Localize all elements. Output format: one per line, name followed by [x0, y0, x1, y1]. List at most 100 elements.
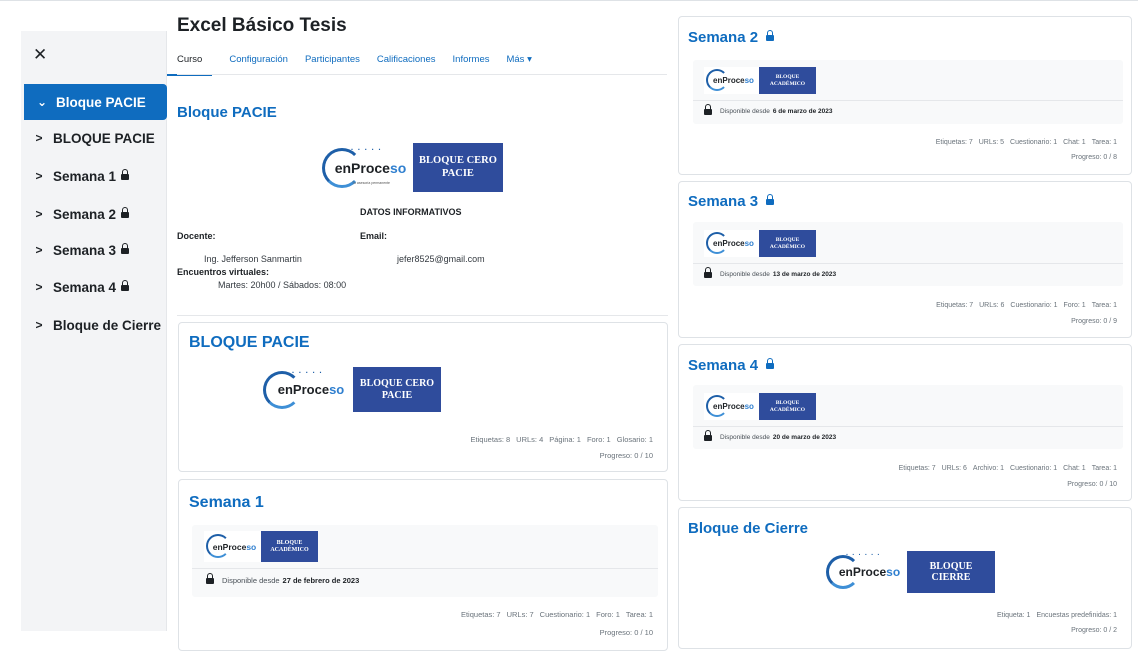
- section-title[interactable]: Semana 3: [688, 193, 775, 210]
- sidebar-item-label: Semana 3: [53, 242, 117, 258]
- logo-word-a: enProce: [713, 402, 745, 411]
- progress-text: Progreso: 0 / 8: [1071, 154, 1117, 161]
- restriction-divider: [693, 426, 1123, 427]
- enproceso-logo: · · · · · · enProceso: [824, 551, 907, 593]
- banner-line-1: BLOQUE: [929, 560, 973, 572]
- count-item: Tarea: 1: [1091, 302, 1117, 309]
- lock-icon: [766, 30, 775, 43]
- section-title[interactable]: Bloque de Cierre: [688, 520, 808, 537]
- banner-line-2: ACADÉMICO: [769, 406, 806, 413]
- section-card-bloque-de-cierre: Bloque de Cierre · · · · · · enProceso B…: [678, 507, 1132, 649]
- banner-label: BLOQUE ACADÉMICO: [759, 393, 816, 420]
- close-icon[interactable]: ✕: [33, 45, 47, 65]
- restriction-divider: [192, 568, 658, 569]
- sidebar-item-label: BLOQUE PACIE: [53, 130, 155, 146]
- enproceso-logo: enProceso: [704, 230, 759, 257]
- course-index-drawer: ✕ ⌄ Bloque PACIE > BLOQUE PACIE > Semana…: [21, 31, 167, 631]
- count-item: Etiqueta: 1: [996, 612, 1031, 619]
- sidebar-item-label: Semana 1: [53, 168, 117, 184]
- activity-counts: Etiquetas: 7 URLs: 6 Archivo: 1 Cuestionari…: [893, 465, 1117, 472]
- lock-icon: [121, 168, 130, 182]
- email-label: Email:: [360, 231, 388, 241]
- progress-text: Progreso: 0 / 9: [1071, 318, 1117, 325]
- sidebar-item-semana-4[interactable]: > Semana 4: [21, 269, 167, 305]
- logo-word-b: so: [886, 565, 901, 579]
- section-title[interactable]: BLOQUE PACIE: [189, 334, 310, 352]
- docente-label: Docente:: [177, 231, 216, 241]
- tab-configuracion[interactable]: Configuración: [229, 54, 288, 76]
- activity-counts: Etiquetas: 7 URLs: 7 Cuestionario: 1 Foro: …: [455, 610, 653, 619]
- lock-icon: [121, 206, 130, 220]
- logo-word-a: enProce: [838, 565, 887, 579]
- logo-word-a: enProce: [212, 541, 247, 552]
- section-title[interactable]: Semana 1: [189, 494, 264, 512]
- count-item: Cuestionario: 1: [1010, 465, 1058, 472]
- activity-counts: Etiquetas: 7 URLs: 6 Cuestionario: 1 Foro: …: [930, 302, 1117, 309]
- banner-line-2: PACIE: [442, 167, 474, 179]
- banner-label: BLOQUE ACADÉMICO: [759, 230, 816, 257]
- activity-counts: Etiquetas: 8 URLs: 4 Página: 1 Foro: 1 Glosa…: [465, 435, 653, 444]
- logo-word-a: enProce: [334, 159, 390, 176]
- count-item: Tarea: 1: [1091, 139, 1117, 146]
- tab-calificaciones[interactable]: Calificaciones: [377, 54, 436, 76]
- count-item: URLs: 6: [941, 465, 967, 472]
- section-title-text: Semana 4: [688, 357, 759, 374]
- tab-mas[interactable]: Más ▾: [506, 54, 531, 76]
- activity-counts: Etiqueta: 1 Encuestas predefinidas: 1: [991, 612, 1117, 619]
- sidebar-item-semana-2[interactable]: > Semana 2: [21, 196, 167, 232]
- chevron-down-icon: ⌄: [36, 95, 48, 109]
- sidebar-item-semana-3[interactable]: > Semana 3: [21, 232, 167, 268]
- sidebar-item-bloque-pacie[interactable]: ⌄ Bloque PACIE: [24, 84, 167, 120]
- availability-notice: Disponible desde 20 de marzo de 2023: [699, 430, 836, 442]
- availability-date: 27 de febrero de 2023: [282, 576, 360, 585]
- availability-prefix: Disponible desde: [720, 271, 770, 278]
- sidebar-item-label: Semana 4: [53, 279, 117, 295]
- banner-label: BLOQUE CERO PACIE: [413, 143, 503, 192]
- tabs-divider: [177, 74, 667, 75]
- availability-notice: Disponible desde 27 de febrero de 2023: [201, 573, 360, 586]
- count-item: URLs: 7: [506, 610, 534, 619]
- docente-value: Ing. Jefferson Sanmartin: [204, 254, 302, 264]
- logo-word-a: enProce: [713, 239, 745, 248]
- logo-word-b: so: [389, 159, 407, 176]
- section-title[interactable]: Semana 2: [688, 29, 775, 46]
- section-card-semana-4: Semana 4 enProceso BLOQUE ACADÉMICO Disp…: [678, 344, 1132, 501]
- tab-informes[interactable]: Informes: [453, 54, 490, 76]
- count-item: Etiquetas: 7: [935, 139, 973, 146]
- chevron-right-icon: >: [35, 207, 43, 221]
- chevron-right-icon: >: [35, 280, 43, 294]
- enproceso-logo: · · · · · · enProceso Tu asesoría perman…: [320, 143, 413, 192]
- info-title: DATOS INFORMATIVOS: [360, 207, 462, 217]
- section-card-bloque-pacie: BLOQUE PACIE · · · · · · enProceso BLOQU…: [178, 322, 668, 472]
- logo-word-b: so: [744, 76, 754, 85]
- enproceso-logo: enProceso: [704, 67, 759, 94]
- banner-label: BLOQUE ACADÉMICO: [261, 531, 318, 562]
- count-item: Archivo: 1: [972, 465, 1005, 472]
- sidebar-item-bloque-de-cierre[interactable]: > Bloque de Cierre: [21, 307, 167, 343]
- count-item: Chat: 1: [1063, 139, 1086, 146]
- progress-text: Progreso: 0 / 2: [1071, 627, 1117, 634]
- availability-prefix: Disponible desde: [720, 108, 770, 115]
- lock-icon: [206, 573, 214, 586]
- banner-bloque-academico: enProceso BLOQUE ACADÉMICO: [704, 230, 816, 257]
- section-title-text: Semana 3: [688, 193, 759, 210]
- banner-label: BLOQUE CIERRE: [907, 551, 995, 593]
- sidebar-item-bloque-pacie-2[interactable]: > BLOQUE PACIE: [21, 120, 167, 156]
- encuentros-label: Encuentros virtuales:: [177, 267, 270, 277]
- logo-word-b: so: [329, 382, 345, 397]
- section-title-bloque-pacie[interactable]: Bloque PACIE: [177, 104, 277, 121]
- logo-word-a: enProce: [277, 382, 330, 397]
- tab-participantes[interactable]: Participantes: [305, 54, 360, 76]
- encuentros-value: Martes: 20h00 / Sábados: 08:00: [218, 280, 347, 290]
- banner-line-2: PACIE: [381, 389, 413, 401]
- enproceso-logo: enProceso: [704, 393, 759, 420]
- logo-word-b: so: [744, 402, 754, 411]
- sidebar-item-semana-1[interactable]: > Semana 1: [21, 158, 167, 194]
- banner-bloque-academico: enProceso BLOQUE ACADÉMICO: [204, 531, 318, 562]
- count-item: URLs: 5: [978, 139, 1005, 146]
- section-title[interactable]: Semana 4: [688, 357, 775, 374]
- tab-curso[interactable]: Curso: [167, 54, 213, 76]
- banner-line-2: ACADÉMICO: [270, 546, 309, 553]
- count-item: Foro: 1: [586, 435, 611, 444]
- section-title-text: Semana 2: [688, 29, 759, 46]
